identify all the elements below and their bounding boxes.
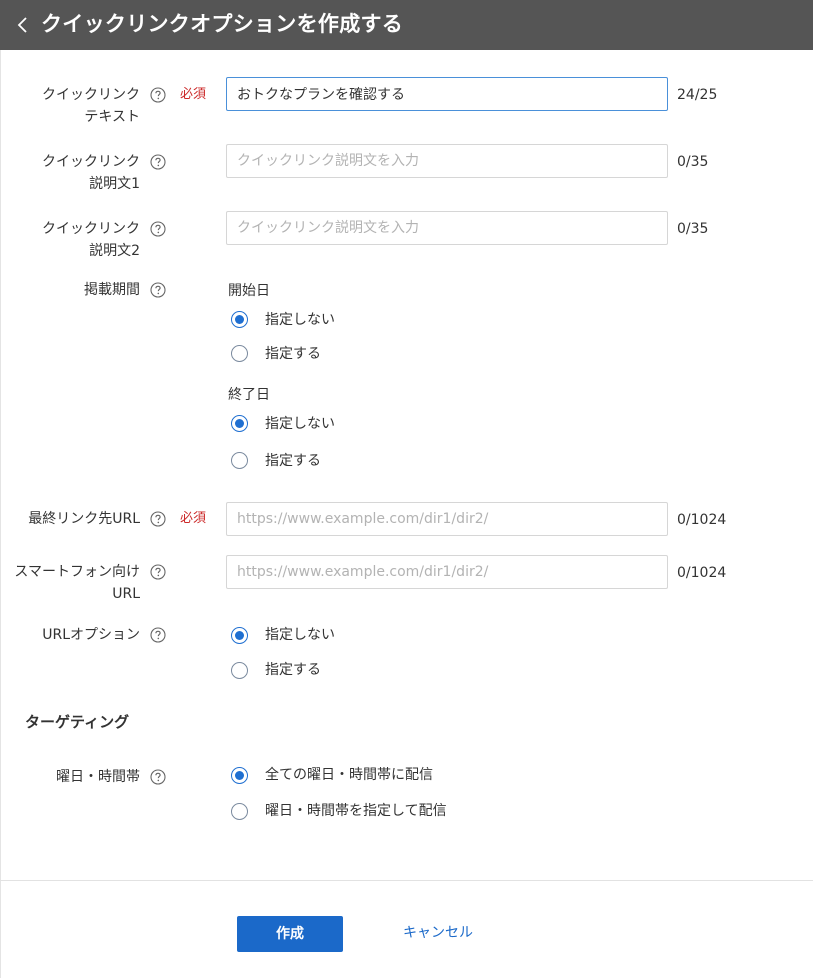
header-bar: クイックリンクオプションを作成する [0, 0, 813, 50]
final-url-count: 0/1024 [677, 512, 727, 528]
chevron-left-icon[interactable] [15, 17, 31, 33]
required-badge: 必須 [180, 511, 207, 526]
left-border [0, 50, 1, 978]
description2-count: 0/35 [677, 221, 709, 237]
page: クイックリンクオプションを作成する クイックリンク テキスト 必須 24/25 … [0, 0, 813, 978]
final-url-input[interactable] [226, 502, 668, 536]
schedule-custom-radio[interactable] [231, 803, 248, 820]
description1-count: 0/35 [677, 154, 709, 170]
quicklink-text-count: 24/25 [677, 87, 718, 103]
mobile-url-input[interactable] [226, 555, 668, 589]
radio-label: 指定する [265, 662, 321, 678]
radio-label: 指定する [265, 453, 321, 469]
radio-label: 全ての曜日・時間帯に配信 [265, 767, 433, 783]
start-date-unspecified-radio[interactable] [231, 311, 248, 328]
start-date-specified-radio[interactable] [231, 345, 248, 362]
mobile-url-label: スマートフォン向け URL [14, 564, 140, 602]
help-icon[interactable] [150, 87, 166, 103]
mobile-url-count: 0/1024 [677, 565, 727, 581]
required-badge: 必須 [180, 87, 207, 102]
url-option-label: URLオプション [42, 627, 140, 643]
quicklink-text-input[interactable] [226, 77, 668, 111]
help-icon[interactable] [150, 221, 166, 237]
page-title: クイックリンクオプションを作成する [41, 12, 404, 36]
quicklink-text-label: クイックリンク テキスト [42, 87, 140, 125]
description2-input[interactable] [226, 211, 668, 245]
radio-label: 指定しない [265, 416, 335, 432]
help-icon[interactable] [150, 769, 166, 785]
help-icon[interactable] [150, 511, 166, 527]
radio-label: 指定しない [265, 627, 335, 643]
radio-label: 指定しない [265, 312, 335, 328]
final-url-label: 最終リンク先URL [28, 511, 140, 527]
radio-label: 指定する [265, 346, 321, 362]
radio-label: 曜日・時間帯を指定して配信 [265, 803, 447, 819]
create-button[interactable]: 作成 [237, 916, 343, 952]
help-icon[interactable] [150, 154, 166, 170]
end-date-label: 終了日 [228, 387, 270, 403]
schedule-label: 曜日・時間帯 [56, 769, 140, 785]
help-icon[interactable] [150, 282, 166, 298]
end-date-specified-radio[interactable] [231, 452, 248, 469]
help-icon[interactable] [150, 564, 166, 580]
period-label: 掲載期間 [84, 282, 140, 298]
start-date-label: 開始日 [228, 283, 270, 299]
end-date-unspecified-radio[interactable] [231, 415, 248, 432]
footer-divider [0, 880, 813, 881]
description1-input[interactable] [226, 144, 668, 178]
help-icon[interactable] [150, 627, 166, 643]
description1-label: クイックリンク 説明文1 [42, 154, 140, 192]
description2-label: クイックリンク 説明文2 [42, 221, 140, 259]
url-option-unspecified-radio[interactable] [231, 627, 248, 644]
targeting-section-title: ターゲティング [25, 713, 130, 731]
url-option-specified-radio[interactable] [231, 662, 248, 679]
cancel-link[interactable]: キャンセル [403, 922, 473, 944]
schedule-all-radio[interactable] [231, 767, 248, 784]
